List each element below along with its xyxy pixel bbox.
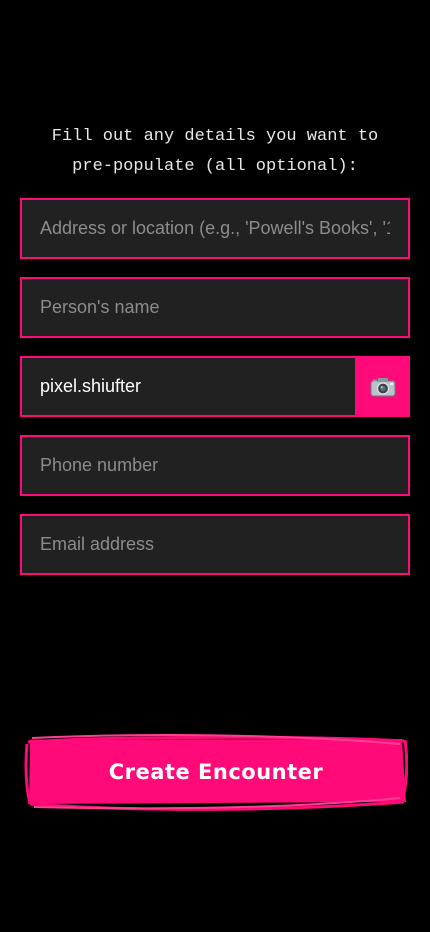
- phone-field[interactable]: [20, 435, 410, 496]
- create-encounter-container: Create Encounter: [24, 732, 408, 812]
- email-input[interactable]: [22, 516, 408, 573]
- phone-input[interactable]: [22, 437, 408, 494]
- instagram-input[interactable]: [22, 358, 355, 415]
- camera-button[interactable]: [355, 356, 410, 417]
- camera-icon: [370, 377, 396, 397]
- instagram-field[interactable]: [20, 356, 410, 417]
- name-input[interactable]: [22, 279, 408, 336]
- create-encounter-button[interactable]: Create Encounter: [24, 732, 408, 812]
- email-field[interactable]: [20, 514, 410, 575]
- intro-text: Fill out any details you want to pre-pop…: [51, 127, 379, 176]
- address-input[interactable]: [22, 200, 408, 257]
- address-field[interactable]: [20, 198, 410, 259]
- name-field[interactable]: [20, 277, 410, 338]
